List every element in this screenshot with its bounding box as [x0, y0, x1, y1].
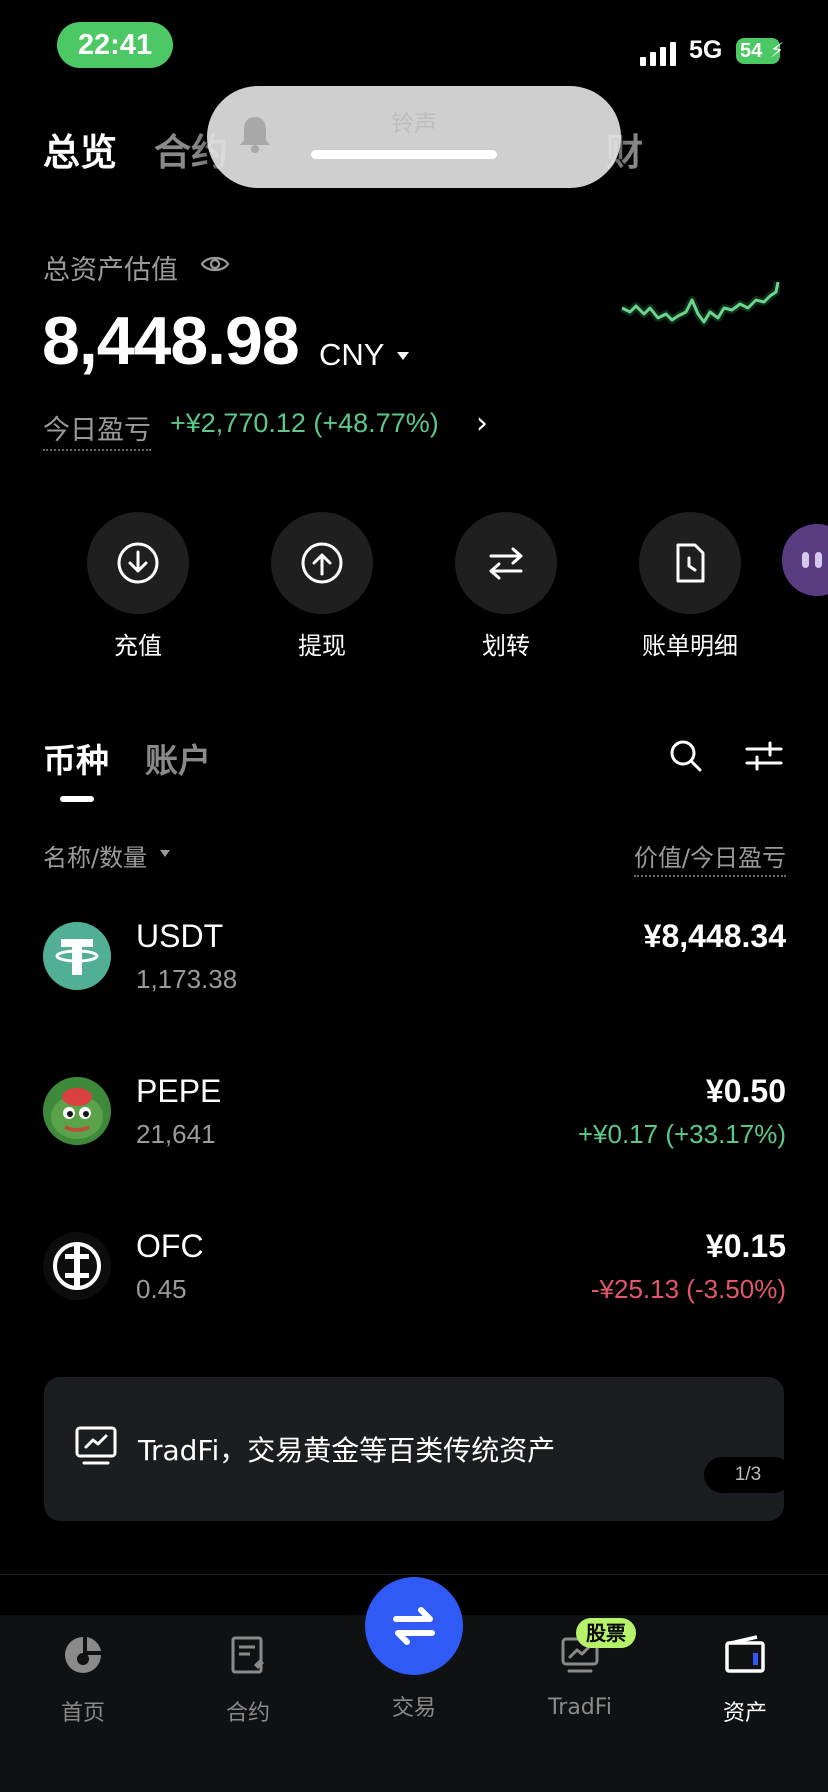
eye-icon[interactable]	[200, 252, 230, 276]
bill-details-button[interactable]	[639, 512, 741, 614]
banner-text: TradFi，交易黄金等百类传统资产	[138, 1434, 556, 1467]
tab-accounts[interactable]: 账户	[145, 734, 211, 782]
signal-icon	[640, 40, 676, 66]
active-tab-indicator	[60, 796, 94, 802]
tab-coins[interactable]: 币种	[43, 734, 109, 782]
today-pnl-label[interactable]: 今日盈亏	[43, 408, 151, 451]
chevron-right-icon[interactable]: ›	[476, 406, 488, 441]
column-value-pnl[interactable]: 价值/今日盈亏	[633, 838, 786, 877]
pepe-logo-icon	[43, 1077, 111, 1145]
currency-selector[interactable]: CNY	[319, 337, 384, 373]
ringer-label: 铃声	[391, 111, 437, 137]
transfer-icon	[489, 547, 523, 580]
trade-label: 交易	[391, 1696, 436, 1721]
sort-caret-icon[interactable]	[160, 850, 170, 857]
coin-symbol: OFC	[136, 1228, 204, 1264]
volume-bar	[311, 150, 497, 159]
filter-icon[interactable]	[744, 740, 784, 772]
swap-icon	[393, 1607, 435, 1645]
network-type: 5G	[689, 36, 723, 64]
nav-assets[interactable]: 资产	[675, 1633, 815, 1727]
nav-label: TradFi	[548, 1695, 612, 1720]
total-assets-value: 8,448.98	[42, 303, 300, 379]
coin-pnl: -¥25.13 (-3.50%)	[590, 1274, 786, 1304]
trade-button[interactable]	[365, 1577, 463, 1675]
chart-screen-icon	[75, 1426, 117, 1465]
stocks-badge: 股票	[576, 1618, 636, 1648]
coin-quantity: 0.45	[136, 1274, 187, 1304]
upload-icon	[301, 542, 343, 584]
deposit-button[interactable]	[87, 512, 189, 614]
coin-symbol: USDT	[136, 918, 224, 954]
coin-quantity: 1,173.38	[136, 964, 238, 994]
coin-value: ¥8,448.34	[643, 918, 786, 954]
transfer-label: 划转	[482, 632, 530, 660]
nav-futures[interactable]: 合约	[178, 1633, 318, 1727]
coin-pnl: +¥0.17 (+33.17%)	[577, 1119, 786, 1149]
coin-value: ¥0.50	[705, 1073, 786, 1109]
document-icon	[231, 1636, 264, 1674]
download-icon	[117, 542, 159, 584]
nav-label: 首页	[60, 1701, 105, 1726]
usdt-logo-icon	[43, 922, 111, 990]
nav-label: 合约	[225, 1701, 270, 1726]
transfer-button[interactable]	[455, 512, 557, 614]
nav-tradfi[interactable]: TradFi	[510, 1633, 650, 1720]
coin-row-usdt[interactable]: USDT 1,173.38 ¥8,448.34	[0, 900, 828, 1030]
withdraw-label: 提现	[298, 632, 346, 660]
nav-label: 资产	[722, 1701, 767, 1726]
wallet-icon	[725, 1635, 765, 1673]
withdraw-button[interactable]	[271, 512, 373, 614]
coin-row-pepe[interactable]: PEPE 21,641 ¥0.50 +¥0.17 (+33.17%)	[0, 1055, 828, 1185]
nav-home[interactable]: 首页	[13, 1633, 153, 1727]
deposit-label: 充值	[114, 632, 162, 660]
home-icon	[65, 1637, 101, 1673]
tab-overview[interactable]: 总览	[43, 122, 117, 176]
ofc-logo-icon	[43, 1232, 111, 1300]
bill-details-label: 账单明细	[642, 632, 738, 660]
more-actions-icon[interactable]	[782, 524, 828, 596]
tradfi-banner[interactable]: TradFi，交易黄金等百类传统资产 1/3	[44, 1377, 792, 1521]
column-name-quantity[interactable]: 名称/数量	[43, 838, 147, 873]
total-assets-label: 总资产估值	[43, 255, 178, 286]
coin-quantity: 21,641	[136, 1119, 216, 1149]
search-icon[interactable]	[668, 738, 704, 774]
coin-row-ofc[interactable]: OFC 0.45 ¥0.15 -¥25.13 (-3.50%)	[0, 1210, 828, 1340]
nav-divider	[0, 1574, 828, 1575]
coin-symbol: PEPE	[136, 1073, 222, 1109]
caret-down-icon[interactable]	[397, 352, 409, 360]
coin-value: ¥0.15	[705, 1228, 786, 1264]
status-time: 22:41	[57, 22, 173, 68]
ringer-overlay: 铃声	[207, 86, 621, 188]
bill-icon	[676, 543, 705, 583]
charging-icon: ⚡	[770, 38, 785, 62]
today-pnl-value: +¥2,770.12 (+48.77%)	[170, 408, 439, 438]
sparkline-chart	[620, 281, 780, 326]
banner-page-indicator: 1/3	[704, 1457, 792, 1493]
